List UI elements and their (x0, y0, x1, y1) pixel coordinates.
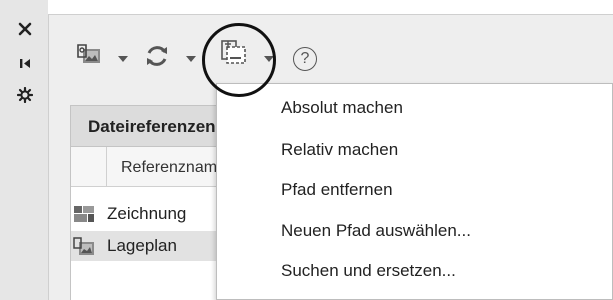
menu-item-find-and-replace[interactable]: Suchen und ersetzen... (281, 261, 456, 281)
refresh-dropdown-arrow[interactable] (184, 54, 198, 64)
menu-item-remove-path[interactable]: Pfad entfernen (281, 180, 393, 200)
menu-item-make-relative[interactable]: Relativ machen (281, 140, 398, 160)
change-path-dropdown-arrow[interactable] (262, 54, 276, 64)
file-references-header[interactable]: Dateireferenzen (70, 105, 230, 147)
table-row-label: Zeichnung (107, 204, 187, 223)
table-row[interactable]: Lageplan (71, 231, 231, 261)
attach-dropdown-arrow[interactable] (116, 54, 130, 64)
attach-button[interactable] (74, 43, 104, 72)
change-path-icon (220, 38, 250, 73)
palette-side-strip (0, 0, 48, 300)
collapse-icon[interactable] (14, 52, 36, 74)
refresh-button[interactable] (142, 45, 172, 71)
column-header-spacer (71, 147, 106, 187)
help-icon[interactable]: ? (293, 47, 317, 71)
drawing-icon (73, 205, 95, 228)
change-path-dropdown-menu: Absolut machen Relativ machen Pfad entfe… (216, 83, 613, 300)
attach-image-icon (76, 43, 102, 72)
column-header-reference-name[interactable]: Referenzname (106, 147, 231, 187)
image-icon (73, 237, 95, 261)
close-icon[interactable] (14, 18, 36, 40)
refresh-icon (144, 43, 170, 74)
settings-icon[interactable] (14, 84, 36, 106)
change-path-button[interactable] (218, 39, 252, 71)
menu-item-make-absolute[interactable]: Absolut machen (281, 98, 403, 118)
menu-item-select-new-path[interactable]: Neuen Pfad auswählen... (281, 221, 471, 241)
file-references-table: Referenzname Zeichnung Lageplan (70, 147, 231, 300)
table-row-label: Lageplan (107, 236, 177, 255)
table-row[interactable]: Zeichnung (71, 199, 231, 229)
